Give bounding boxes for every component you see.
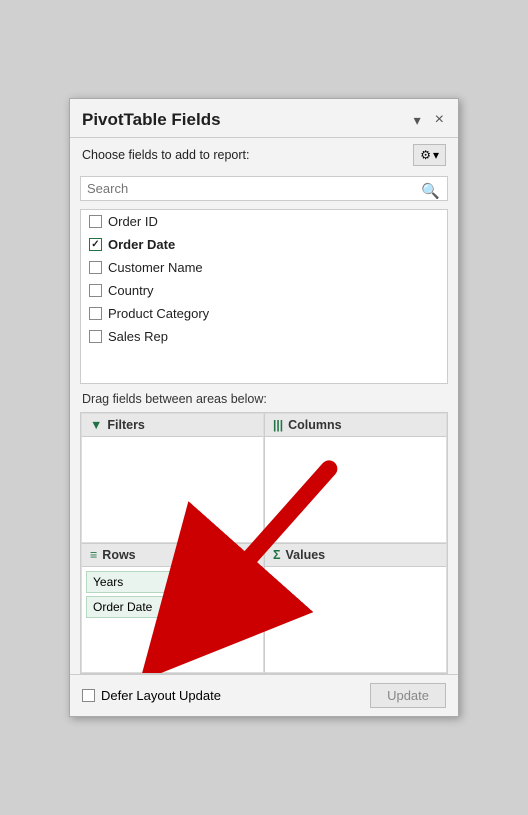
pivottable-fields-panel: PivotTable Fields ▾ × Choose fields to a…	[69, 98, 459, 717]
field-item[interactable]: Sales Rep	[81, 325, 447, 348]
gear-icon: ⚙	[420, 148, 431, 162]
rows-item-label: Order Date	[93, 600, 152, 614]
defer-layout-row: Defer Layout Update	[82, 688, 221, 703]
areas-label: Drag fields between areas below:	[70, 384, 458, 412]
settings-button[interactable]: ⚙ ▾	[413, 144, 446, 166]
rows-item-dropdown-icon[interactable]: ▼	[242, 602, 252, 613]
columns-icon: |||	[273, 418, 283, 432]
values-header: Σ Values	[265, 544, 446, 567]
gear-dropdown-icon: ▾	[433, 148, 439, 162]
rows-item-dropdown-icon[interactable]: ▼	[242, 577, 252, 588]
field-checkbox[interactable]	[89, 261, 102, 274]
rows-header: ≡ Rows	[82, 544, 263, 567]
rows-item[interactable]: Order Date ▼	[86, 596, 259, 618]
field-checkbox[interactable]	[89, 284, 102, 297]
filters-body[interactable]	[82, 437, 263, 542]
filter-icon: ▼	[90, 418, 102, 432]
defer-checkbox[interactable]	[82, 689, 95, 702]
field-item[interactable]: Order ID	[81, 210, 447, 233]
field-checkbox[interactable]: ✓	[89, 238, 102, 251]
field-checkbox[interactable]	[89, 330, 102, 343]
footer: Defer Layout Update Update	[70, 674, 458, 716]
field-checkbox[interactable]	[89, 215, 102, 228]
update-button[interactable]: Update	[370, 683, 446, 708]
field-item[interactable]: Product Category	[81, 302, 447, 325]
field-item[interactable]: Customer Name	[81, 256, 447, 279]
rows-body[interactable]: Years ▼ Order Date ▼	[82, 567, 263, 672]
field-item[interactable]: Country	[81, 279, 447, 302]
areas-grid: ▼ Filters ||| Columns ≡ Rows Years▼Order…	[80, 412, 448, 674]
panel-title: PivotTable Fields	[82, 110, 221, 130]
field-item[interactable]: ✓ Order Date	[81, 233, 447, 256]
field-label: Product Category	[108, 306, 209, 321]
field-label: Order ID	[108, 214, 158, 229]
header-controls: ▾ ×	[410, 109, 448, 131]
subheader: Choose fields to add to report: ⚙ ▾	[70, 138, 458, 172]
field-label: Country	[108, 283, 154, 298]
columns-body[interactable]	[265, 437, 446, 542]
filters-label: Filters	[107, 418, 145, 432]
values-area: Σ Values	[264, 543, 447, 673]
rows-item[interactable]: Years ▼	[86, 571, 259, 593]
search-input[interactable]	[80, 176, 448, 201]
values-label: Values	[286, 548, 326, 562]
rows-area: ≡ Rows Years ▼ Order Date ▼	[81, 543, 264, 673]
rows-item-label: Years	[93, 575, 123, 589]
panel-header: PivotTable Fields ▾ ×	[70, 99, 458, 138]
field-label: Sales Rep	[108, 329, 168, 344]
search-icon: 🔍	[421, 182, 440, 200]
filters-header: ▼ Filters	[82, 414, 263, 437]
field-label: Order Date	[108, 237, 175, 252]
values-body[interactable]	[265, 567, 446, 672]
subheader-label: Choose fields to add to report:	[82, 148, 249, 162]
panel-close-button[interactable]: ×	[431, 109, 448, 131]
filters-area: ▼ Filters	[81, 413, 264, 543]
defer-label: Defer Layout Update	[101, 688, 221, 703]
values-icon: Σ	[273, 548, 281, 562]
columns-label: Columns	[288, 418, 341, 432]
columns-header: ||| Columns	[265, 414, 446, 437]
search-row: 🔍	[70, 172, 458, 209]
rows-label: Rows	[102, 548, 135, 562]
panel-dropdown-button[interactable]: ▾	[410, 110, 425, 131]
rows-icon: ≡	[90, 548, 97, 562]
field-checkbox[interactable]	[89, 307, 102, 320]
field-label: Customer Name	[108, 260, 203, 275]
field-list[interactable]: Order ID ✓ Order Date Customer Name Country P…	[80, 209, 448, 384]
columns-area: ||| Columns	[264, 413, 447, 543]
